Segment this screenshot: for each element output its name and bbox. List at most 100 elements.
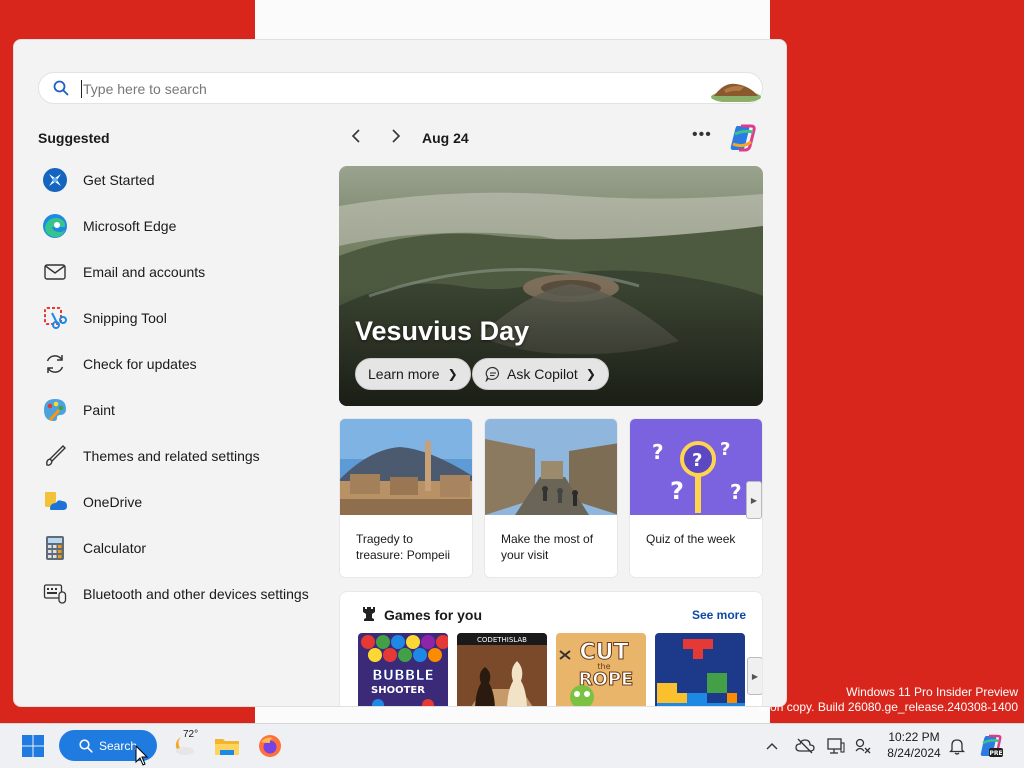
desktop-window-bottom xyxy=(255,705,770,723)
brush-icon xyxy=(42,443,68,469)
suggested-item-label: Email and accounts xyxy=(83,264,206,280)
devices-icon xyxy=(42,581,68,607)
learn-more-label: Learn more xyxy=(368,366,440,382)
watermark-line-1: Windows 11 Pro Insider Preview xyxy=(846,685,1018,699)
card-caption-line: Make the most of xyxy=(501,532,594,546)
suggested-item-calculator[interactable]: Calculator xyxy=(42,525,332,571)
file-explorer-button[interactable] xyxy=(213,732,241,760)
taskbar-clock[interactable]: 10:22 PM 8/24/2024 xyxy=(882,729,946,761)
card-caption-line: treasure: Pompeii xyxy=(356,548,451,562)
card-caption: Quiz of the week xyxy=(646,531,756,547)
bell-icon xyxy=(949,739,965,755)
ask-copilot-button[interactable]: Ask Copilot ❯ xyxy=(472,358,609,390)
windows-logo-icon xyxy=(22,735,44,757)
taskbar: Search 72° 10:22 PM 8/24/2024 PRE xyxy=(0,723,1024,768)
learn-more-button[interactable]: Learn more ❯ xyxy=(355,358,471,390)
chevron-right-icon xyxy=(391,128,401,149)
card-caption-line: your visit xyxy=(501,548,549,562)
suggested-item-check-updates[interactable]: Check for updates xyxy=(42,341,332,387)
suggested-item-paint[interactable]: Paint xyxy=(42,387,332,433)
cut-the-rope-image: CUT the ROPE xyxy=(556,633,646,706)
suggested-item-email-accounts[interactable]: Email and accounts xyxy=(42,249,332,295)
suggested-item-microsoft-edge[interactable]: Microsoft Edge xyxy=(42,203,332,249)
search-icon xyxy=(79,738,93,753)
hero-card-vesuvius[interactable]: Vesuvius Day Learn more ❯ Ask Copilot ❯ xyxy=(339,166,763,406)
svg-text:?: ? xyxy=(730,480,742,504)
suggested-item-label: Themes and related settings xyxy=(83,448,260,464)
svg-text:?: ? xyxy=(670,477,684,505)
chess-brand-text: CODETHISLAB xyxy=(477,636,527,644)
card-caption-line: Quiz of the week xyxy=(646,532,736,546)
chevron-right-icon: ❯ xyxy=(447,367,458,381)
search-box[interactable] xyxy=(38,72,763,104)
folder-icon xyxy=(215,739,239,755)
highlights-nav: Aug 24 ••• xyxy=(344,124,764,152)
svg-text:PRE: PRE xyxy=(989,750,1002,757)
suggested-item-label: Check for updates xyxy=(83,356,197,372)
cards-scroll-right-button[interactable]: ▶ xyxy=(746,481,762,519)
card-quiz[interactable]: ? ? ? ? ? Quiz of the week xyxy=(629,418,763,578)
search-icon xyxy=(53,80,69,96)
card-caption: Tragedy to treasure: Pompeii xyxy=(356,531,466,563)
game-tile-cut-the-rope[interactable]: CUT the ROPE xyxy=(556,633,646,706)
game-tile-chess[interactable]: CODETHISLAB xyxy=(457,633,547,706)
search-input[interactable] xyxy=(83,77,683,101)
card-caption: Make the most of your visit xyxy=(501,531,611,563)
games-heading: Games for you xyxy=(384,607,483,623)
notifications-button[interactable] xyxy=(943,732,971,760)
games-scroll-right-button[interactable]: ▶ xyxy=(747,657,762,695)
suggested-heading: Suggested xyxy=(38,130,110,146)
game-tile-blocks[interactable] xyxy=(655,633,745,706)
onedrive-tray-button[interactable] xyxy=(791,732,819,760)
search-panel: Suggested Get Started Microsoft Edge xyxy=(13,39,787,707)
suggested-item-onedrive[interactable]: OneDrive xyxy=(42,479,332,525)
network-tray-button[interactable] xyxy=(822,732,850,760)
next-day-button[interactable] xyxy=(384,124,408,152)
card-pompeii[interactable]: Tragedy to treasure: Pompeii xyxy=(339,418,473,578)
chat-bubble-icon xyxy=(485,366,501,382)
triangle-right-icon: ▶ xyxy=(750,495,758,505)
taskbar-search-label: Search xyxy=(98,738,138,753)
pompeii-ruins-image xyxy=(340,419,472,515)
monitor-network-icon xyxy=(827,738,845,754)
text-caret xyxy=(81,80,82,98)
copilot-taskbar-button[interactable]: PRE xyxy=(977,732,1005,760)
game-tile-bubble-shooter[interactable]: BUBBLE SHOOTER xyxy=(358,633,448,706)
show-hidden-icons-button[interactable] xyxy=(758,732,786,760)
bubble-shooter-title-1: BUBBLE xyxy=(372,668,434,684)
weather-temperature: 72° xyxy=(183,729,199,740)
suggested-item-snipping-tool[interactable]: Snipping Tool xyxy=(42,295,332,341)
games-section: Games for you See more BUBBLE SHOOTER CO… xyxy=(339,591,763,706)
cloud-offline-icon xyxy=(795,738,815,754)
suggested-item-label: Get Started xyxy=(83,172,155,188)
suggested-item-label: OneDrive xyxy=(83,494,143,510)
copilot-icon[interactable] xyxy=(727,122,759,154)
more-options-button[interactable]: ••• xyxy=(692,126,712,144)
paint-icon xyxy=(42,397,68,423)
volume-tray-button[interactable] xyxy=(849,732,877,760)
previous-day-button[interactable] xyxy=(344,124,368,152)
chevron-up-icon xyxy=(766,743,778,750)
highlight-date: Aug 24 xyxy=(422,130,469,146)
mouse-cursor-icon xyxy=(135,745,149,766)
ask-copilot-label: Ask Copilot xyxy=(507,366,578,382)
start-button[interactable] xyxy=(19,732,47,760)
firefox-button[interactable] xyxy=(256,732,284,760)
bubble-shooter-image: BUBBLE SHOOTER xyxy=(358,633,448,706)
clock-date: 8/24/2024 xyxy=(887,746,941,760)
chevron-left-icon xyxy=(351,128,361,149)
triangle-right-icon: ▶ xyxy=(751,671,759,681)
see-more-link[interactable]: See more xyxy=(692,608,746,622)
card-visit-tips[interactable]: Make the most of your visit xyxy=(484,418,618,578)
suggested-item-label: Snipping Tool xyxy=(83,310,167,326)
pompeii-street-image xyxy=(485,419,617,515)
suggested-item-get-started[interactable]: Get Started xyxy=(42,157,332,203)
svg-text:?: ? xyxy=(720,439,730,460)
suggested-item-bluetooth-devices[interactable]: Bluetooth and other devices settings xyxy=(42,571,332,617)
firefox-icon xyxy=(259,735,281,757)
suggested-item-label: Bluetooth and other devices settings xyxy=(83,586,309,602)
chess-rook-icon xyxy=(360,605,378,628)
accessibility-settings-icon xyxy=(855,738,871,754)
search-highlight-hill-icon[interactable] xyxy=(710,78,762,102)
suggested-item-themes[interactable]: Themes and related settings xyxy=(42,433,332,479)
